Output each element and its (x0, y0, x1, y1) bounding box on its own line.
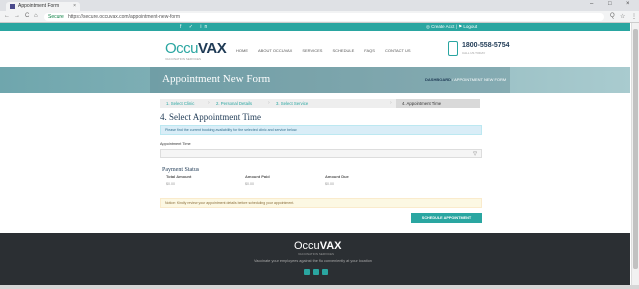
utility-bar: f ✓ in ◎ Create Acct | ⚑ Logout (0, 23, 630, 31)
nav-faqs[interactable]: FAQS (364, 48, 375, 53)
address-bar: ← → C ⌂ Secure https://secure.occuvax.co… (0, 11, 639, 23)
nav-schedule[interactable]: SCHEDULE (332, 48, 354, 53)
footer-tagline: Vaccinate your employees against the flu… (254, 259, 372, 263)
browser-tab-bar: Appointment Form × – □ × (0, 0, 639, 11)
url-text: https://secure.occuvax.com/appointment-n… (68, 14, 180, 20)
step-separator: › (208, 100, 210, 106)
payment-status-title: Payment Status (162, 167, 200, 173)
step-separator: › (268, 100, 270, 106)
info-text: Please find the current booking availabi… (165, 128, 298, 132)
step-select-service[interactable]: 3. Select Service (276, 101, 308, 106)
step-select-clinic[interactable]: 1. Select Clinic (166, 101, 194, 106)
zoom-icon[interactable]: Q (610, 13, 615, 19)
breadcrumb: DASHBOARD / APPOINTMENT NEW FORM (425, 77, 506, 82)
facebook-icon[interactable] (304, 269, 310, 275)
appointment-time-select[interactable]: ▽ (160, 149, 482, 158)
schedule-appointment-button[interactable]: SCHEDULE APPOINTMENT (411, 213, 482, 223)
warning-alert: Notice: Kindly review your appointment d… (160, 198, 482, 208)
appointment-time-label: Appointment Time (160, 142, 191, 146)
payment-header: Amount Paid (245, 174, 270, 179)
home-icon[interactable]: ⌂ (34, 13, 38, 19)
window-close-icon[interactable]: × (626, 1, 630, 7)
payment-value: $0.00 (166, 182, 175, 186)
breadcrumb-current: / APPOINTMENT NEW FORM (451, 77, 507, 82)
phone-subtitle: CALL US TODAY (462, 51, 486, 55)
twitter-icon[interactable] (313, 269, 319, 275)
logo-subtitle: VACCINATION SERVICES (165, 57, 202, 61)
forward-icon[interactable]: → (14, 13, 20, 19)
footer-logo-subtitle: VACCINATION SERVICES (298, 252, 335, 256)
section-title: 4. Select Appointment Time (160, 112, 262, 122)
nav-about[interactable]: ABOUT OCCUVAX (258, 48, 292, 53)
bookmark-star-icon[interactable]: ☆ (620, 13, 625, 20)
window-bottom-edge (0, 285, 639, 289)
site-header: OccuVAX VACCINATION SERVICES HOME ABOUT … (0, 31, 630, 67)
main-nav: HOME ABOUT OCCUVAX SERVICES SCHEDULE FAQ… (236, 48, 411, 53)
scrollbar-thumb[interactable] (633, 29, 638, 269)
form-steps: 1. Select Clinic › 2. Personal Details ›… (160, 99, 480, 108)
chevron-down-icon: ▽ (473, 151, 477, 157)
payment-header: Amount Due (325, 174, 349, 179)
nav-home[interactable]: HOME (236, 48, 248, 53)
url-input[interactable]: Secure https://secure.occuvax.com/appoin… (44, 13, 604, 21)
favicon-icon (10, 4, 15, 9)
reload-icon[interactable]: C (25, 13, 29, 19)
warning-text: Notice: Kindly review your appointment d… (165, 201, 295, 205)
maximize-icon[interactable]: □ (608, 1, 612, 7)
social-links[interactable]: f ✓ in (180, 24, 210, 30)
info-alert: Please find the current booking availabi… (160, 125, 482, 135)
footer-logo-vax: VAX (319, 240, 342, 252)
logo-occu: Occu (165, 40, 199, 57)
breadcrumb-home[interactable]: DASHBOARD (425, 77, 451, 82)
browser-tab[interactable]: Appointment Form × (6, 2, 80, 11)
page-title: Appointment New Form (162, 73, 271, 85)
phone-number[interactable]: 1800-558-5754 (462, 42, 510, 49)
site-logo[interactable]: OccuVAX (165, 40, 227, 57)
back-icon[interactable]: ← (4, 13, 10, 19)
step-separator: › (390, 100, 392, 106)
site-footer: OccuVAX VACCINATION SERVICES Vaccinate y… (0, 233, 630, 285)
footer-social (304, 269, 328, 275)
footer-logo[interactable]: OccuVAX (294, 240, 342, 252)
linkedin-icon[interactable] (322, 269, 328, 275)
account-links[interactable]: ◎ Create Acct | ⚑ Logout (426, 24, 477, 30)
tab-close-icon[interactable]: × (73, 3, 76, 9)
logo-vax: VAX (198, 40, 227, 57)
browser-menu-icon[interactable]: ⋮ (631, 13, 637, 20)
step-personal-details[interactable]: 2. Personal Details (216, 101, 252, 106)
step-appointment-time[interactable]: 4. Appointment Time (402, 101, 441, 106)
payment-value: $0.00 (245, 182, 254, 186)
payment-total: Total Amount $0.00 (166, 174, 191, 186)
footer-logo-occu: Occu (294, 240, 320, 252)
payment-value: $0.00 (325, 182, 334, 186)
payment-due: Amount Due $0.00 (325, 174, 349, 186)
nav-services[interactable]: SERVICES (302, 48, 322, 53)
payment-paid: Amount Paid $0.00 (245, 174, 270, 186)
payment-header: Total Amount (166, 174, 192, 179)
page-scrollbar[interactable] (631, 23, 639, 285)
page-hero: Appointment New Form DASHBOARD / APPOINT… (0, 67, 630, 93)
secure-label: Secure (48, 14, 64, 20)
nav-contact[interactable]: CONTACT US (385, 48, 411, 53)
minimize-icon[interactable]: – (590, 1, 593, 7)
tab-title: Appointment Form (18, 3, 60, 9)
phone-icon (448, 41, 458, 56)
